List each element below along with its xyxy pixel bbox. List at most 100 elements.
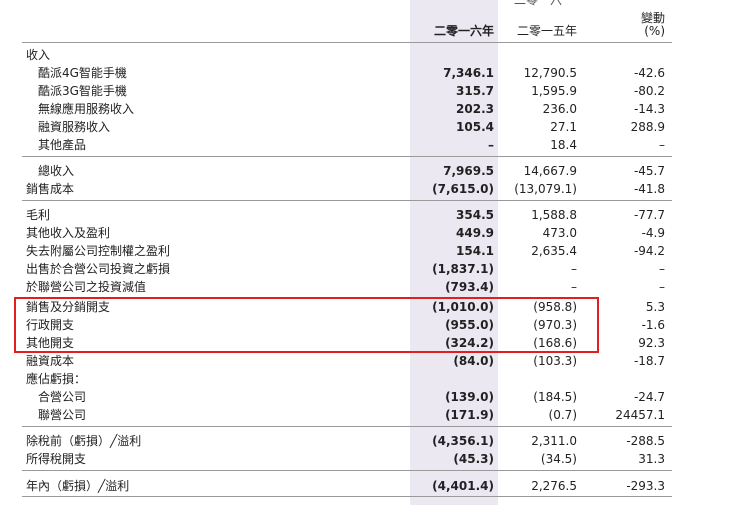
row-label: 所得稅開支 (26, 452, 87, 466)
table-row: 酷派3G智能手機 315.7 1,595.9 -80.2 (0, 82, 732, 100)
table-row: 合營公司 (139.0) (184.5) -24.7 (0, 388, 732, 406)
row-label: 收入 (26, 48, 51, 62)
value-2015: 236.0 (542, 102, 577, 116)
value-2015: – (571, 280, 577, 294)
header-rule (22, 42, 672, 43)
value-2016: 354.5 (456, 208, 494, 222)
section-rule (22, 426, 672, 427)
value-2015: (34.5) (540, 452, 577, 466)
value-change: 288.9 (630, 120, 665, 134)
table-row: 銷售成本 (7,615.0) (13,079.1) -41.8 (0, 180, 732, 198)
value-2015: 473.0 (542, 226, 577, 240)
value-2015: 14,667.9 (523, 164, 577, 178)
table-row: 所得稅開支 (45.3) (34.5) 31.3 (0, 450, 732, 468)
value-change: -42.6 (633, 66, 665, 80)
table-row: 融資成本 (84.0) (103.3) -18.7 (0, 352, 732, 370)
value-2015: (970.3) (533, 318, 577, 332)
value-2015: 2,311.0 (531, 434, 577, 448)
table-row: 銷售及分銷開支 (1,010.0) (958.8) 5.3 (0, 298, 732, 316)
table-row: 其他產品 – 18.4 – (0, 136, 732, 154)
value-2016: (1,837.1) (432, 262, 494, 276)
table-row: 總收入 7,969.5 14,667.9 -45.7 (0, 162, 732, 180)
value-2016: 7,346.1 (443, 66, 494, 80)
value-change: – (659, 280, 665, 294)
row-label: 酷派4G智能手機 (38, 66, 127, 80)
value-2015: (0.7) (548, 408, 577, 422)
value-change: 24457.1 (615, 408, 665, 422)
value-2016: (955.0) (445, 318, 494, 332)
value-change: 92.3 (638, 336, 665, 350)
row-label: 除稅前（虧損）╱溢利 (26, 434, 142, 448)
section-rule (22, 496, 672, 497)
value-2015: 1,595.9 (531, 84, 577, 98)
row-label: 融資成本 (26, 354, 75, 368)
table-row: 行政開支 (955.0) (970.3) -1.6 (0, 316, 732, 334)
header-change-unit: (%) (644, 24, 665, 38)
value-2016: (1,010.0) (432, 300, 494, 314)
value-2015: 18.4 (550, 138, 577, 152)
value-change: -14.3 (633, 102, 665, 116)
value-2016: (139.0) (445, 390, 494, 404)
value-2015: (103.3) (533, 354, 577, 368)
row-label: 總收入 (38, 164, 75, 178)
value-change: -4.9 (641, 226, 665, 240)
row-label: 酷派3G智能手機 (38, 84, 127, 98)
value-change: -80.2 (633, 84, 665, 98)
value-change: -293.3 (626, 479, 665, 493)
section-rule (22, 200, 672, 201)
row-label: 合營公司 (38, 390, 87, 404)
row-label: 毛利 (26, 208, 51, 222)
value-2016: 105.4 (456, 120, 494, 134)
row-label: 失去附屬公司控制權之盈利 (26, 244, 171, 258)
value-2015: 27.1 (550, 120, 577, 134)
value-2016: (793.4) (445, 280, 494, 294)
table-row: 其他收入及盈利 449.9 473.0 -4.9 (0, 224, 732, 242)
table-row: 無線應用服務收入 202.3 236.0 -14.3 (0, 100, 732, 118)
row-label: 於聯營公司之投資減值 (26, 280, 147, 294)
value-2016: 315.7 (456, 84, 494, 98)
table-row: 其他開支 (324.2) (168.6) 92.3 (0, 334, 732, 352)
value-change: -77.7 (633, 208, 665, 222)
value-change: -94.2 (633, 244, 665, 258)
value-change: -1.6 (641, 318, 665, 332)
table-row: 聯營公司 (171.9) (0.7) 24457.1 (0, 406, 732, 424)
clipped-header-text: 二零一六 (514, 0, 563, 7)
value-change: -288.5 (626, 434, 665, 448)
row-label: 無線應用服務收入 (38, 102, 135, 116)
row-label: 其他收入及盈利 (26, 226, 111, 240)
table-row: 應佔虧損： (0, 370, 732, 388)
value-2015: – (571, 262, 577, 276)
value-2016: (4,401.4) (432, 479, 494, 493)
value-2016: (84.0) (453, 354, 494, 368)
section-rule (22, 156, 672, 157)
header-2016: 二零一六年 (433, 24, 494, 38)
value-2016: 202.3 (456, 102, 494, 116)
table-row: 於聯營公司之投資減值 (793.4) – – (0, 278, 732, 296)
value-change: -24.7 (633, 390, 665, 404)
table-row: 失去附屬公司控制權之盈利 154.1 2,635.4 -94.2 (0, 242, 732, 260)
value-2015: 1,588.8 (531, 208, 577, 222)
value-change: 5.3 (645, 300, 665, 314)
row-label: 行政開支 (26, 318, 75, 332)
row-label: 銷售及分銷開支 (26, 300, 111, 314)
table-row: 毛利 354.5 1,588.8 -77.7 (0, 206, 732, 224)
value-2015: (958.8) (533, 300, 577, 314)
table-row: 收入 (0, 46, 732, 64)
value-change: -41.8 (633, 182, 665, 196)
row-label: 融資服務收入 (38, 120, 111, 134)
value-2016: (45.3) (453, 452, 494, 466)
value-2016: (324.2) (445, 336, 494, 350)
value-2015: 12,790.5 (523, 66, 577, 80)
row-label: 出售於合營公司投資之虧損 (26, 262, 171, 276)
value-2016: 154.1 (456, 244, 494, 258)
header-2015: 二零一五年 (516, 24, 577, 38)
value-2015: (184.5) (533, 390, 577, 404)
value-change: -18.7 (633, 354, 665, 368)
value-2016: (7,615.0) (432, 182, 494, 196)
row-label: 其他產品 (38, 138, 87, 152)
value-2016: 449.9 (456, 226, 494, 240)
row-label: 其他開支 (26, 336, 75, 350)
table-row: 除稅前（虧損）╱溢利 (4,356.1) 2,311.0 -288.5 (0, 432, 732, 450)
table-row: 酷派4G智能手機 7,346.1 12,790.5 -42.6 (0, 64, 732, 82)
table-row: 出售於合營公司投資之虧損 (1,837.1) – – (0, 260, 732, 278)
